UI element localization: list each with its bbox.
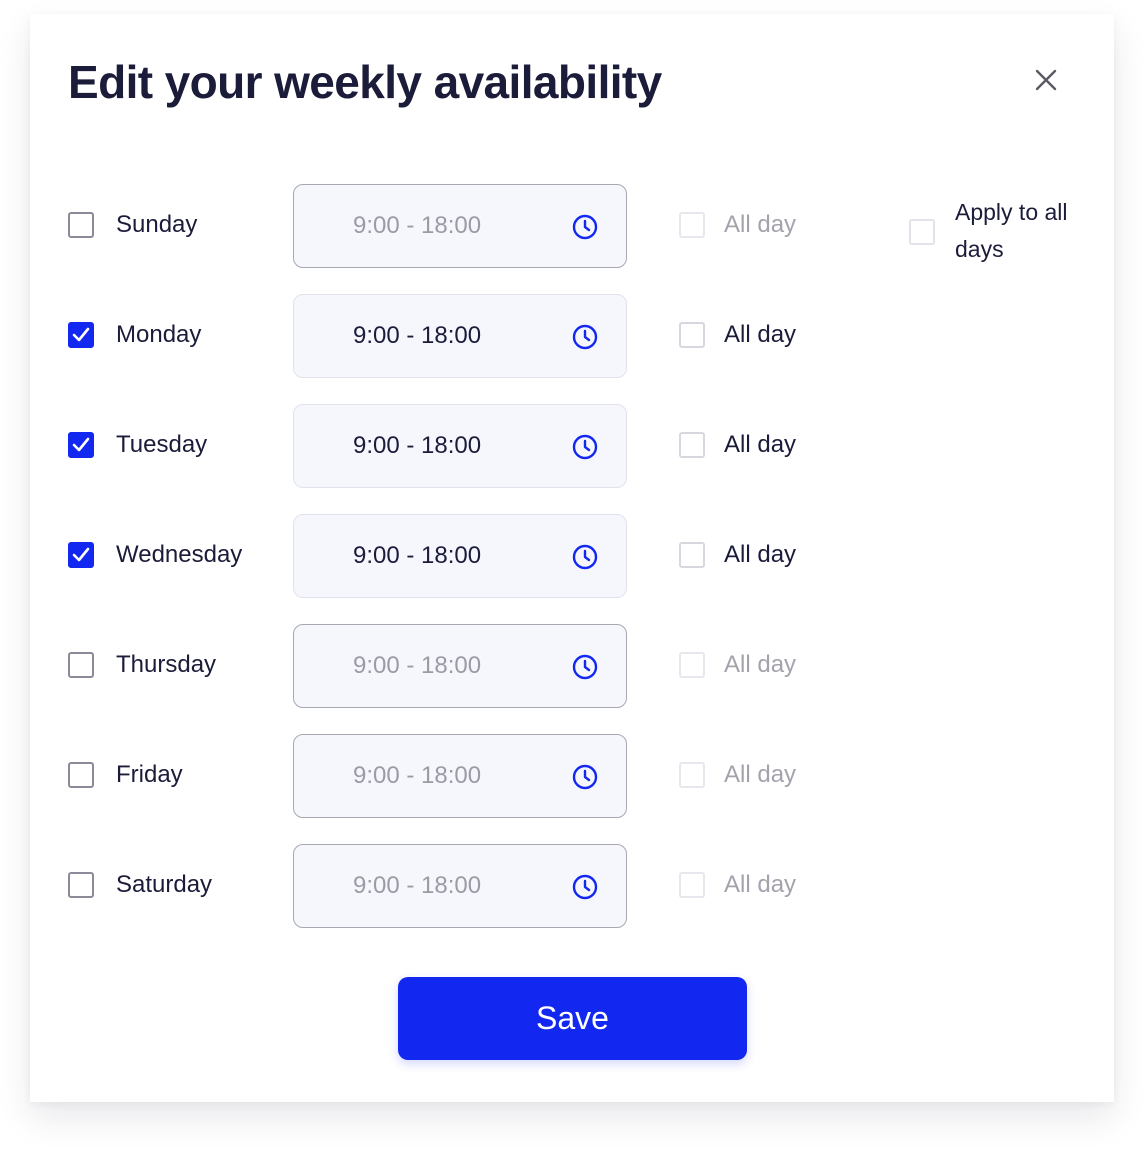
clock-icon[interactable] <box>571 543 599 571</box>
save-button[interactable]: Save <box>398 977 747 1060</box>
day-row-friday: Friday 9:00 - 18:00 All day <box>30 734 1114 820</box>
all-day-label: All day <box>724 651 797 678</box>
all-day-checkbox-tuesday[interactable] <box>679 432 705 458</box>
day-label: Thursday <box>116 651 217 678</box>
time-range-field[interactable]: 9:00 - 18:00 <box>293 844 627 928</box>
checkmark-icon <box>72 327 90 342</box>
day-row-wednesday: Wednesday 9:00 - 18:00 All day <box>30 514 1114 600</box>
modal-title: Edit your weekly availability <box>68 56 662 108</box>
time-range-value: 9:00 - 18:00 <box>353 762 482 789</box>
time-range-value: 9:00 - 18:00 <box>353 212 482 239</box>
time-range-field[interactable]: 9:00 - 18:00 <box>293 184 627 268</box>
time-range-value: 9:00 - 18:00 <box>353 652 482 679</box>
time-range-field[interactable]: 9:00 - 18:00 <box>293 624 627 708</box>
time-range-value: 9:00 - 18:00 <box>353 322 482 349</box>
all-day-label: All day <box>724 761 797 788</box>
all-day-label: All day <box>724 431 797 458</box>
all-day-checkbox-wednesday[interactable] <box>679 542 705 568</box>
all-day-checkbox-thursday[interactable] <box>679 652 705 678</box>
day-label: Wednesday <box>116 541 243 568</box>
availability-modal: Edit your weekly availability Sunday 9:00… <box>30 14 1114 1102</box>
close-icon <box>1035 69 1057 91</box>
clock-icon[interactable] <box>571 213 599 241</box>
day-checkbox-saturday[interactable] <box>68 872 94 898</box>
all-day-label: All day <box>724 321 797 348</box>
time-range-field[interactable]: 9:00 - 18:00 <box>293 514 627 598</box>
clock-icon[interactable] <box>571 323 599 351</box>
day-row-tuesday: Tuesday 9:00 - 18:00 All day <box>30 404 1114 490</box>
all-day-checkbox-friday[interactable] <box>679 762 705 788</box>
day-row-thursday: Thursday 9:00 - 18:00 All day <box>30 624 1114 710</box>
all-day-label: All day <box>724 541 797 568</box>
all-day-label: All day <box>724 211 797 238</box>
time-range-field[interactable]: 9:00 - 18:00 <box>293 734 627 818</box>
day-checkbox-wednesday[interactable] <box>68 542 94 568</box>
checkmark-icon <box>72 547 90 562</box>
checkmark-icon <box>72 437 90 452</box>
time-range-value: 9:00 - 18:00 <box>353 872 482 899</box>
time-range-value: 9:00 - 18:00 <box>353 432 482 459</box>
day-row-saturday: Saturday 9:00 - 18:00 All day <box>30 844 1114 930</box>
time-range-value: 9:00 - 18:00 <box>353 542 482 569</box>
day-label: Friday <box>116 761 183 788</box>
clock-icon[interactable] <box>571 433 599 461</box>
close-button[interactable] <box>1028 62 1064 98</box>
day-checkbox-friday[interactable] <box>68 762 94 788</box>
all-day-label: All day <box>724 871 797 898</box>
day-checkbox-thursday[interactable] <box>68 652 94 678</box>
day-label: Sunday <box>116 211 198 238</box>
day-label: Tuesday <box>116 431 208 458</box>
day-checkbox-sunday[interactable] <box>68 212 94 238</box>
day-row-sunday: Sunday 9:00 - 18:00 All day <box>30 184 1114 270</box>
day-checkbox-tuesday[interactable] <box>68 432 94 458</box>
day-label: Monday <box>116 321 202 348</box>
clock-icon[interactable] <box>571 653 599 681</box>
all-day-checkbox-monday[interactable] <box>679 322 705 348</box>
all-day-checkbox-saturday[interactable] <box>679 872 705 898</box>
day-label: Saturday <box>116 871 213 898</box>
all-day-checkbox-sunday[interactable] <box>679 212 705 238</box>
apply-to-all-days-label: Apply to all days <box>955 199 1068 262</box>
time-range-field[interactable]: 9:00 - 18:00 <box>293 294 627 378</box>
day-row-monday: Monday 9:00 - 18:00 All day <box>30 294 1114 380</box>
day-checkbox-monday[interactable] <box>68 322 94 348</box>
clock-icon[interactable] <box>571 873 599 901</box>
clock-icon[interactable] <box>571 763 599 791</box>
apply-to-all-days-checkbox[interactable] <box>909 219 935 245</box>
time-range-field[interactable]: 9:00 - 18:00 <box>293 404 627 488</box>
